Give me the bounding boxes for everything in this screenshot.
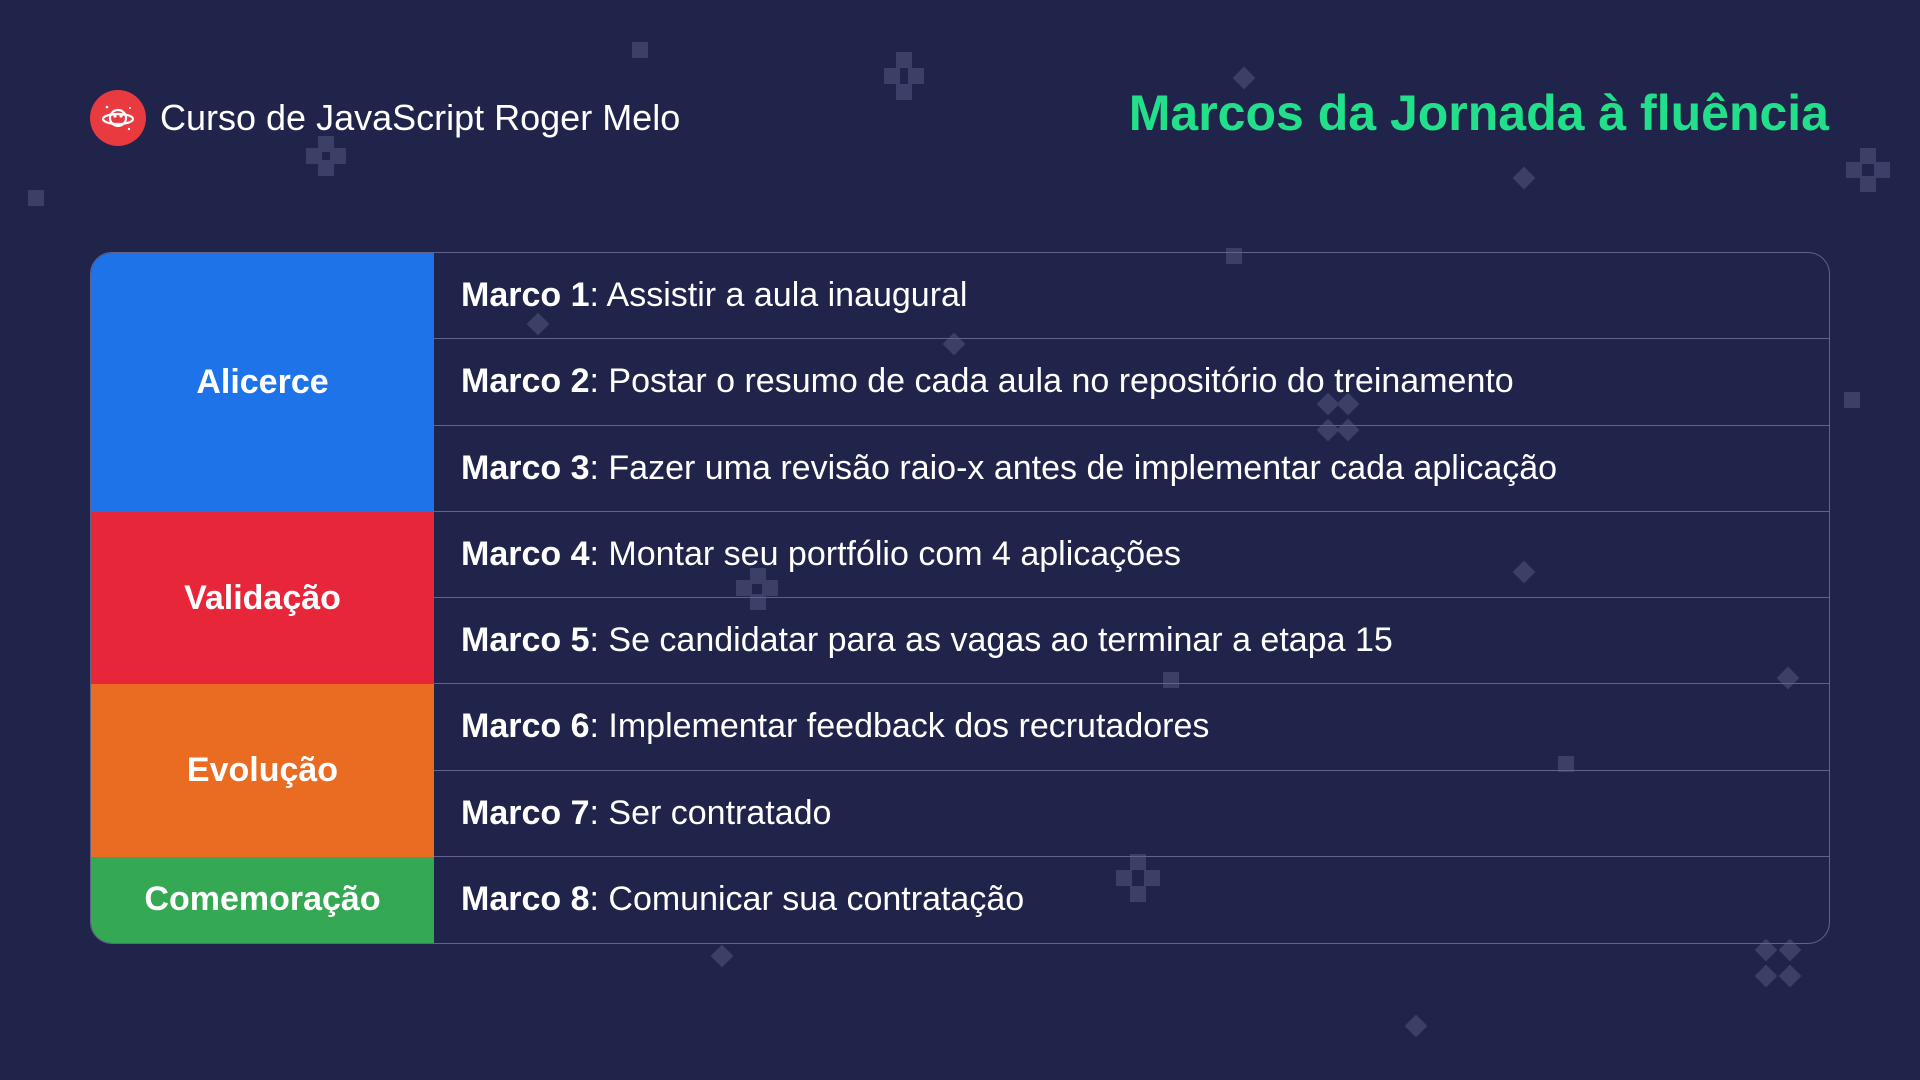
- milestone-row: Marco 3: Fazer uma revisão raio-x antes …: [434, 426, 1829, 512]
- milestone-row: Marco 1: Assistir a aula inaugural: [434, 253, 1829, 340]
- milestone-label: Marco 7: [461, 793, 590, 832]
- decorative-square: [896, 52, 912, 68]
- decorative-square: [1874, 162, 1890, 178]
- milestone-label: Marco 2: [461, 362, 590, 401]
- milestones-table: Alicerce Validação Evolução Comemoração Mar…: [90, 252, 1830, 944]
- milestones-column: Marco 1: Assistir a aula inaugural Marco …: [434, 253, 1829, 943]
- milestone-row: Marco 2: Postar o resumo de cada aula no…: [434, 339, 1829, 426]
- brand: Curso de JavaScript Roger Melo: [90, 90, 680, 146]
- milestone-text: : Assistir a aula inaugural: [589, 276, 968, 315]
- stage-evolucao: Evolução: [91, 684, 434, 857]
- decorative-square: [884, 68, 900, 84]
- brand-name: Curso de JavaScript Roger Melo: [160, 97, 681, 138]
- milestone-text: : Postar o resumo de cada aula no reposi…: [589, 362, 1514, 401]
- decorative-square: [28, 190, 44, 206]
- stage-comemoracao: Comemoração: [91, 856, 434, 943]
- milestone-label: Marco 3: [461, 448, 590, 487]
- decorative-square: [1844, 392, 1860, 408]
- milestone-text: : Se candidatar para as vagas ao termina…: [589, 621, 1393, 660]
- milestone-row: Marco 8: Comunicar sua contratação: [434, 857, 1829, 943]
- decorative-square: [896, 84, 912, 100]
- decorative-square: [908, 68, 924, 84]
- milestone-label: Marco 6: [461, 707, 590, 746]
- decorative-square: [1860, 176, 1876, 192]
- page-title: Marcos da Jornada à fluência: [1128, 85, 1829, 141]
- decorative-square: [318, 160, 334, 176]
- milestone-text: : Montar seu portfólio com 4 aplicações: [589, 534, 1182, 573]
- milestone-label: Marco 4: [461, 534, 590, 573]
- decorative-diamond: [1512, 166, 1536, 190]
- planet-icon: [90, 90, 146, 146]
- milestone-row: Marco 7: Ser contratado: [434, 771, 1829, 857]
- milestone-text: : Comunicar sua contratação: [589, 880, 1025, 919]
- decorative-diamond: [1754, 964, 1778, 988]
- milestone-row: Marco 5: Se candidatar para as vagas ao …: [434, 598, 1829, 685]
- stage-alicerce: Alicerce: [91, 253, 434, 512]
- stage-validacao: Validação: [91, 511, 434, 685]
- milestone-row: Marco 6: Implementar feedback dos recrut…: [434, 684, 1829, 771]
- decorative-diamond: [710, 944, 734, 968]
- milestone-label: Marco 5: [461, 621, 590, 660]
- milestone-text: : Fazer uma revisão raio-x antes de impl…: [589, 448, 1558, 487]
- milestone-text: : Implementar feedback dos recrutadores: [589, 707, 1210, 746]
- milestone-label: Marco 8: [461, 880, 590, 919]
- decorative-diamond: [1404, 1014, 1428, 1038]
- milestone-row: Marco 4: Montar seu portfólio com 4 apli…: [434, 512, 1829, 598]
- decorative-diamond: [1778, 964, 1802, 988]
- decorative-square: [632, 42, 648, 58]
- milestone-label: Marco 1: [461, 276, 590, 315]
- stages-column: Alicerce Validação Evolução Comemoração: [91, 253, 434, 943]
- milestone-text: : Ser contratado: [589, 793, 832, 832]
